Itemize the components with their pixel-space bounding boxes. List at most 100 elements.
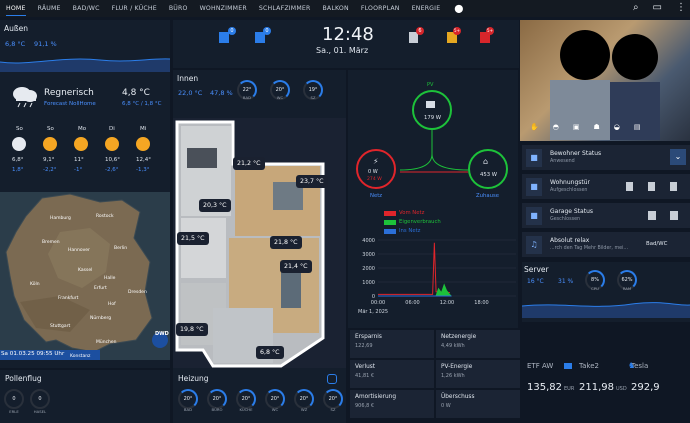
map-city: Nürnberg — [90, 316, 112, 321]
door-open-icon[interactable] — [648, 182, 655, 191]
search-icon[interactable]: ⌕ — [633, 2, 639, 13]
heating-gauge[interactable]: 20° — [207, 389, 227, 409]
series-vom-netz — [378, 242, 450, 295]
lock-icon: ■ — [526, 178, 542, 196]
forecast-low: -2,6° — [105, 167, 119, 173]
more-icon[interactable]: ⋮ — [676, 2, 686, 13]
room-temp-1[interactable]: 21,2 °C — [233, 157, 265, 170]
tab-wohnzimmer[interactable]: WOHNZIMMER — [200, 5, 247, 12]
energy-stat-value: 906,8 € — [355, 403, 375, 409]
heating-gauge[interactable]: 20° — [294, 389, 314, 409]
inside-label-sz: SZ — [310, 95, 316, 100]
ticker-value: 211,98 — [579, 382, 614, 393]
chevron-down-icon[interactable]: ⌄ — [670, 149, 686, 165]
tab-flur-kueche[interactable]: FLUR / KÜCHE — [112, 5, 157, 12]
heating-gauge[interactable]: 20° — [236, 389, 256, 409]
chart-y-tick: 4000 — [362, 238, 375, 244]
tab-bad-wc[interactable]: BAD/WC — [73, 5, 100, 12]
legend-swatch — [384, 211, 396, 216]
pv-label: PV — [427, 82, 434, 88]
tab-schlafzimmer[interactable]: SCHLAFZIMMER — [259, 5, 311, 12]
ticker-chart-icon[interactable] — [564, 363, 572, 369]
ticker-currency: USD — [616, 386, 627, 392]
tab-raeume[interactable]: RÄUME — [38, 5, 61, 12]
room-temp-7[interactable]: 19,8 °C — [176, 323, 208, 336]
tab-buero[interactable]: BÜRO — [169, 5, 188, 12]
screen-icon[interactable]: ▤ — [634, 123, 641, 131]
room-temp-8[interactable]: 6,8 °C — [256, 346, 284, 359]
energy-stat-value: 41,81 € — [355, 373, 375, 379]
grid-label: Netz — [370, 193, 383, 199]
tab-home[interactable]: HOME — [6, 5, 26, 16]
room-temp-2[interactable]: 23,7 °C — [296, 175, 328, 188]
server-title: Server — [524, 265, 549, 274]
room-temp-6[interactable]: 21,4 °C — [280, 260, 312, 273]
status-subtitle: Anwesend — [550, 159, 575, 164]
tab-floorplan[interactable]: FLOORPLAN — [361, 5, 400, 12]
status-title: Wohnungstür — [550, 179, 591, 186]
users-icon: ■ — [526, 149, 542, 167]
map-city: Hof — [108, 302, 116, 307]
garage-open-icon[interactable] — [648, 211, 656, 220]
map-timestamp: Sa 01.03.25 09:55 Uhr — [1, 351, 65, 357]
status-row[interactable]: ♫ Absolut relax ...rch den Tag Mehr Bilder… — [522, 232, 690, 258]
pollen-gauge-erle: 0 — [4, 389, 24, 409]
map-city: Bremen — [42, 240, 60, 245]
status-row[interactable]: ■ Bewohner Status Anwesend ⌄ — [522, 145, 690, 171]
window-icon[interactable] — [219, 32, 229, 43]
inside-label-wc: WC — [276, 95, 284, 100]
energy-stat: Netzenergie 4,49 kWh — [436, 330, 520, 358]
chart-x-tick: 12:00 — [440, 300, 454, 306]
pollen-gauge-hasel: 0 — [30, 389, 50, 409]
map-city: Dresden — [128, 290, 147, 295]
heating-gauge[interactable]: 20° — [265, 389, 285, 409]
garage-close-icon[interactable] — [670, 211, 678, 220]
legend-label: Eigenverbrauch — [399, 219, 441, 225]
dwd-logo: DWD — [155, 331, 169, 337]
cast-icon[interactable]: ▣ — [573, 123, 580, 131]
thermostat-icon[interactable] — [327, 374, 337, 384]
chat-icon[interactable]: ▭ — [653, 2, 662, 13]
lock-button-icon[interactable] — [626, 182, 633, 191]
energy-stat-value: 4,49 kWh — [441, 343, 465, 349]
forecast-day: So — [16, 126, 23, 132]
status-row[interactable]: ■ Wohnungstür Aufgeschlossen — [522, 174, 690, 200]
energy-stat: PV-Energie 1,26 kWh — [436, 360, 520, 388]
status-row[interactable]: ■ Garage Status Geschlossen — [522, 203, 690, 229]
chart-x-tick: 18:00 — [474, 300, 488, 306]
status-subtitle: Aufgeschlossen — [550, 188, 588, 193]
hand-icon[interactable]: ✋ — [530, 123, 539, 131]
map-city: Köln — [30, 282, 40, 287]
room-temp-5[interactable]: 21,8 °C — [270, 236, 302, 249]
forecast-high: 12,4° — [136, 157, 151, 163]
grid-in-value: 0 W — [368, 169, 378, 175]
map-city: Hannover — [68, 248, 90, 253]
lightbulb-icon[interactable]: ⬤ — [454, 4, 463, 13]
ticker-game-icon[interactable]: ♞ — [628, 361, 635, 370]
energy-stat-label: Verlust — [355, 364, 376, 370]
weather-source: Forecast NollHome — [44, 101, 96, 107]
heating-gauge-label: BÜRO — [211, 407, 223, 412]
clock-date: Sa., 01. März — [316, 46, 369, 55]
dome-light-icon[interactable]: ◓ — [553, 123, 559, 131]
tab-balkon[interactable]: BALKON — [322, 5, 348, 12]
home-label: Zuhause — [476, 193, 499, 199]
heating-gauge[interactable]: 20° — [323, 389, 343, 409]
energy-stat-label: PV-Energie — [441, 364, 473, 370]
pollen-label-hasel: HASEL — [33, 409, 47, 414]
series-eigenverbrauch — [435, 283, 452, 296]
room-temp-3[interactable]: 20,3 °C — [199, 199, 231, 212]
inside-title: Innen — [177, 74, 199, 83]
walk-icon[interactable]: ☗ — [593, 123, 599, 131]
speaker-select[interactable]: Bad/WC — [646, 241, 667, 247]
grid-out-value: 274 W — [367, 177, 382, 182]
server-label-cpu: CPU — [591, 286, 599, 291]
door-closed-icon[interactable] — [670, 182, 677, 191]
room-temp-4[interactable]: 21,5 °C — [177, 232, 209, 245]
heating-gauge[interactable]: 20° — [178, 389, 198, 409]
tab-energie[interactable]: ENERGIE — [412, 5, 441, 12]
heating-gauge-label: BAD — [183, 407, 193, 412]
weather-card[interactable]: Regnerisch Forecast NollHome 4,8 °C 6,8 … — [0, 74, 170, 192]
lamp-icon[interactable]: ◒ — [614, 123, 620, 131]
outside-title: Außen — [4, 24, 28, 33]
